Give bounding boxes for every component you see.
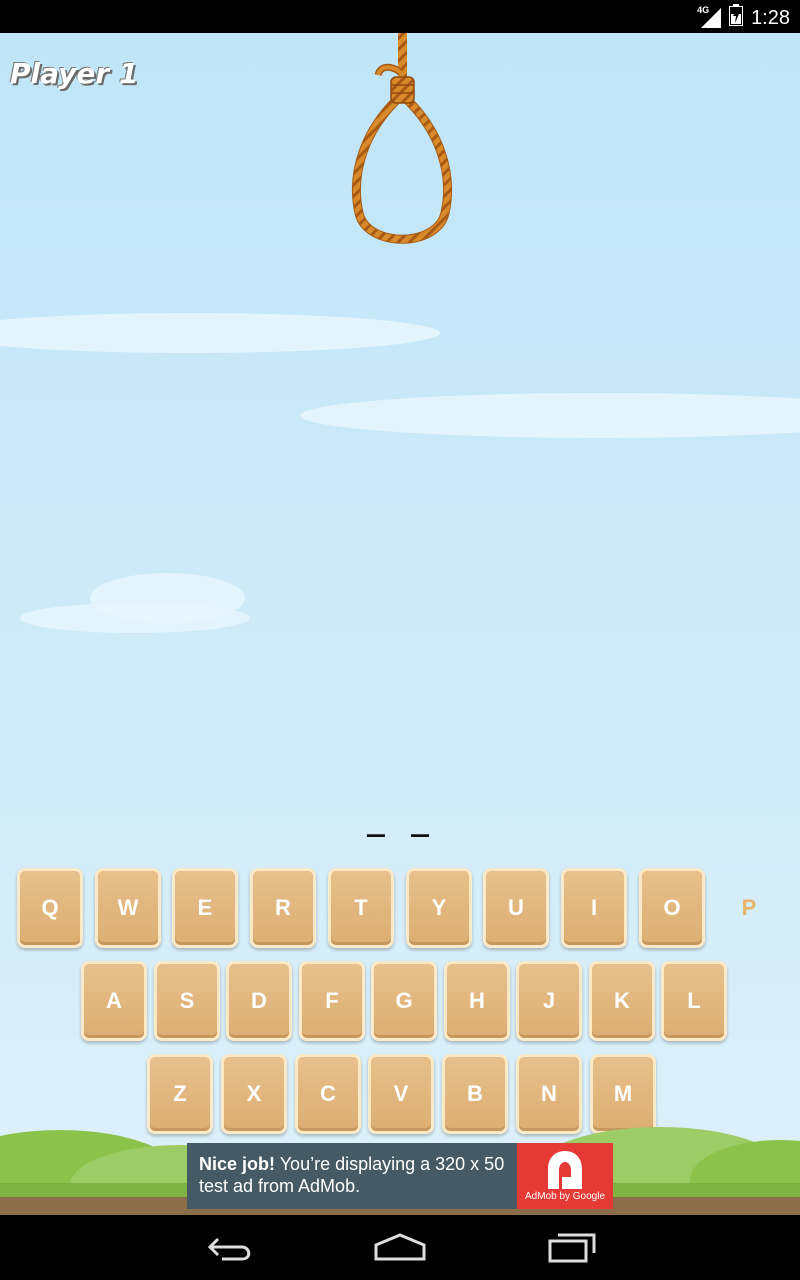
key-w[interactable]: W bbox=[95, 868, 161, 948]
cloud-decoration bbox=[0, 313, 440, 353]
network-type-label: 4G bbox=[697, 5, 710, 15]
key-t[interactable]: T bbox=[328, 868, 394, 948]
key-r[interactable]: R bbox=[250, 868, 316, 948]
key-f[interactable]: F bbox=[299, 961, 365, 1041]
clock: 1:28 bbox=[751, 6, 790, 29]
word-blanks: _ _ bbox=[366, 803, 434, 838]
battery-icon bbox=[729, 4, 744, 32]
key-y[interactable]: Y bbox=[406, 868, 472, 948]
key-p: P bbox=[741, 895, 757, 920]
key-u[interactable]: U bbox=[483, 868, 549, 948]
noose-icon bbox=[345, 33, 460, 253]
ad-headline: Nice job! bbox=[199, 1154, 276, 1174]
system-nav-bar bbox=[0, 1215, 800, 1280]
key-k[interactable]: K bbox=[589, 961, 655, 1041]
cloud-decoration bbox=[20, 603, 250, 633]
key-j[interactable]: J bbox=[516, 961, 582, 1041]
key-l[interactable]: L bbox=[661, 961, 727, 1041]
key-s[interactable]: S bbox=[154, 961, 220, 1041]
status-icons: 4G 1:28 bbox=[697, 4, 790, 32]
recents-icon[interactable] bbox=[542, 1229, 602, 1269]
game-area: Player 1 _ _ QWERTYUIOP ASDFGHJKL ZXCVBN… bbox=[0, 33, 800, 1215]
key-h[interactable]: H bbox=[444, 961, 510, 1041]
key-o[interactable]: O bbox=[639, 868, 705, 948]
key-a[interactable]: A bbox=[81, 961, 147, 1041]
signal-icon: 4G bbox=[697, 5, 722, 28]
player-label: Player 1 bbox=[10, 57, 139, 90]
key-g[interactable]: G bbox=[371, 961, 437, 1041]
key-q[interactable]: Q bbox=[17, 868, 83, 948]
key-d[interactable]: D bbox=[226, 961, 292, 1041]
cloud-decoration bbox=[300, 393, 800, 438]
admob-logo-icon: AdMob by Google bbox=[517, 1143, 613, 1209]
key-e[interactable]: E bbox=[172, 868, 238, 948]
ad-logo-caption: AdMob by Google bbox=[524, 1190, 606, 1202]
ad-text: Nice job! You’re displaying a 320 x 50 t… bbox=[187, 1143, 517, 1209]
key-i[interactable]: I bbox=[561, 868, 627, 948]
home-icon[interactable] bbox=[370, 1229, 430, 1269]
back-arrow-icon[interactable] bbox=[200, 1229, 260, 1269]
ad-banner[interactable]: Nice job! You’re displaying a 320 x 50 t… bbox=[187, 1143, 613, 1209]
status-bar: 4G 1:28 bbox=[0, 0, 800, 33]
